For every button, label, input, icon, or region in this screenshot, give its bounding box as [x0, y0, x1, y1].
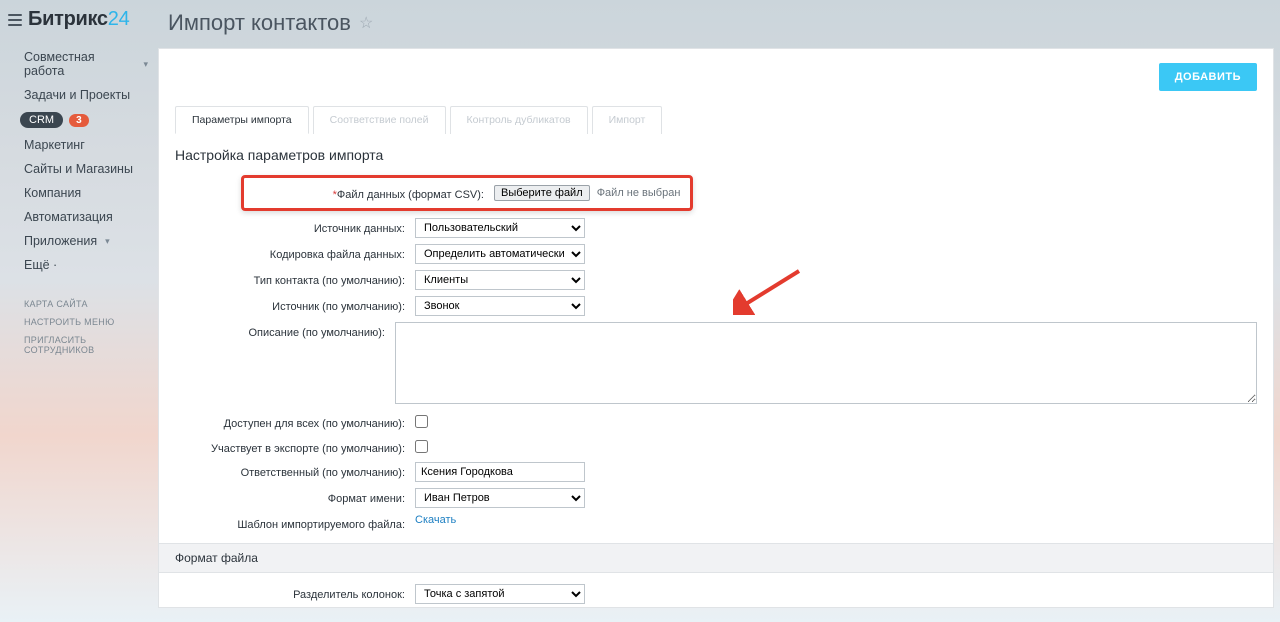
- row-contact-type: Тип контакта (по умолчанию): Клиенты: [159, 267, 1273, 293]
- title-bar: Импорт контактов ☆: [158, 0, 1280, 48]
- in-export-label: Участвует в экспорте (по умолчанию):: [175, 438, 415, 456]
- tab-duplicates[interactable]: Контроль дубликатов: [450, 106, 588, 134]
- name-format-label: Формат имени:: [175, 488, 415, 506]
- crm-count-badge: 3: [69, 114, 89, 127]
- star-icon[interactable]: ☆: [359, 13, 373, 33]
- chevron-down-icon: ▾: [143, 59, 148, 70]
- row-name-format: Формат имени: Иван Петров: [159, 485, 1273, 511]
- source-select[interactable]: Пользовательский: [415, 218, 585, 238]
- file-status: Файл не выбран: [597, 187, 681, 199]
- row-separator: Разделитель колонок: Точка с запятой: [159, 581, 1273, 607]
- add-button[interactable]: ДОБАВИТЬ: [1159, 63, 1257, 91]
- in-export-checkbox[interactable]: [415, 440, 428, 453]
- download-template-link[interactable]: Скачать: [415, 514, 456, 526]
- nav-item-apps[interactable]: Приложения▾: [0, 229, 158, 253]
- default-source-select[interactable]: Звонок: [415, 296, 585, 316]
- sidebar: Битрикс24 Совместная работа▾ Задачи и Пр…: [0, 0, 158, 622]
- file-row-highlight: *Файл данных (формат CSV): Выберите файл…: [241, 175, 693, 211]
- tab-import[interactable]: Импорт: [592, 106, 663, 134]
- responsible-input[interactable]: [415, 462, 585, 482]
- row-encoding: Кодировка файла данных: Определить автом…: [159, 241, 1273, 267]
- nav-item-crm[interactable]: CRM3: [0, 107, 158, 133]
- nav-item-tasks[interactable]: Задачи и Проекты: [0, 83, 158, 107]
- description-label: Описание (по умолчанию):: [175, 322, 395, 340]
- nav-small-sitemap[interactable]: КАРТА САЙТА: [0, 295, 158, 313]
- nav-item-sites[interactable]: Сайты и Магазины: [0, 157, 158, 181]
- tab-field-mapping[interactable]: Соответствие полей: [313, 106, 446, 134]
- encoding-select[interactable]: Определить автоматически: [415, 244, 585, 264]
- row-template: Шаблон импортируемого файла: Скачать: [159, 511, 1273, 535]
- file-field: Выберите файл Файл не выбран: [494, 185, 680, 201]
- page-title: Импорт контактов: [168, 10, 351, 36]
- chevron-down-icon: ▾: [105, 236, 110, 247]
- choose-file-button[interactable]: Выберите файл: [494, 185, 590, 201]
- nav-small: КАРТА САЙТА НАСТРОИТЬ МЕНЮ ПРИГЛАСИТЬ СО…: [0, 295, 158, 359]
- nav-small-invite[interactable]: ПРИГЛАСИТЬ СОТРУДНИКОВ: [0, 331, 158, 359]
- row-in-export: Участвует в экспорте (по умолчанию):: [159, 435, 1273, 459]
- hamburger-icon[interactable]: [8, 14, 22, 26]
- section-title: Настройка параметров импорта: [159, 133, 1273, 173]
- section-file-format: Формат файла: [159, 543, 1273, 573]
- default-source-label: Источник (по умолчанию):: [175, 296, 415, 314]
- template-label: Шаблон импортируемого файла:: [175, 514, 415, 532]
- contact-type-label: Тип контакта (по умолчанию):: [175, 270, 415, 288]
- separator-label: Разделитель колонок:: [175, 584, 415, 602]
- nav-main: Совместная работа▾ Задачи и Проекты CRM3…: [0, 45, 158, 277]
- available-all-checkbox[interactable]: [415, 415, 428, 428]
- logo-text: Битрикс24: [28, 8, 129, 31]
- row-first-row: Первая строка содержит заголовки:: [159, 607, 1273, 608]
- logo: Битрикс24: [0, 8, 158, 45]
- row-source: Источник данных: Пользовательский: [159, 215, 1273, 241]
- tabs: Параметры импорта Соответствие полей Кон…: [159, 105, 1273, 133]
- available-all-label: Доступен для всех (по умолчанию):: [175, 413, 415, 431]
- content-panel: ДОБАВИТЬ Параметры импорта Соответствие …: [158, 48, 1274, 608]
- responsible-label: Ответственный (по умолчанию):: [175, 462, 415, 480]
- row-description: Описание (по умолчанию):: [159, 319, 1273, 410]
- nav-item-marketing[interactable]: Маркетинг: [0, 133, 158, 157]
- panel-top: ДОБАВИТЬ: [159, 49, 1273, 105]
- description-textarea[interactable]: [395, 322, 1257, 404]
- nav-small-configure[interactable]: НАСТРОИТЬ МЕНЮ: [0, 313, 158, 331]
- row-responsible: Ответственный (по умолчанию):: [159, 459, 1273, 485]
- row-available-all: Доступен для всех (по умолчанию):: [159, 410, 1273, 434]
- tab-import-params[interactable]: Параметры импорта: [175, 106, 309, 134]
- nav-item-automation[interactable]: Автоматизация: [0, 205, 158, 229]
- content-wrap: Настройка параметров импорта *Файл данны…: [159, 133, 1273, 608]
- contact-type-select[interactable]: Клиенты: [415, 270, 585, 290]
- nav-item-company[interactable]: Компания: [0, 181, 158, 205]
- separator-select[interactable]: Точка с запятой: [415, 584, 585, 604]
- nav-item-more[interactable]: Ещё ·: [0, 253, 158, 277]
- main: Импорт контактов ☆ ДОБАВИТЬ Параметры им…: [158, 0, 1280, 622]
- name-format-select[interactable]: Иван Петров: [415, 488, 585, 508]
- row-default-source: Источник (по умолчанию): Звонок: [159, 293, 1273, 319]
- encoding-label: Кодировка файла данных:: [175, 244, 415, 262]
- nav-item-collab[interactable]: Совместная работа▾: [0, 45, 158, 83]
- source-label: Источник данных:: [175, 218, 415, 236]
- file-label: *Файл данных (формат CSV):: [254, 184, 494, 202]
